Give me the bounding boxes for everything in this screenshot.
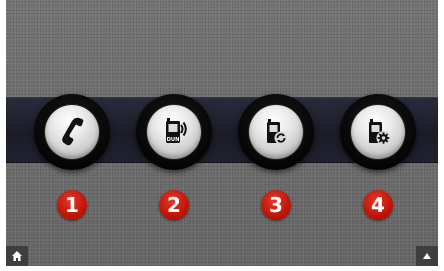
frame-edge-left — [0, 0, 6, 271]
phone-button-face — [45, 105, 99, 159]
device-settings-button-face — [351, 105, 405, 159]
device-dun-icon: DUN — [166, 118, 187, 143]
phone-button[interactable] — [34, 94, 110, 170]
frame-edge-bottom — [0, 266, 444, 271]
device-settings-button[interactable] — [340, 94, 416, 170]
callout-4: 4 — [363, 190, 393, 220]
dun-button-face: DUN — [147, 105, 201, 159]
phone-handset-icon — [62, 117, 84, 146]
scroll-up-button[interactable] — [416, 246, 438, 266]
chevron-up-icon — [423, 253, 431, 259]
device-settings-icon — [369, 119, 391, 145]
device-sync-button[interactable] — [238, 94, 314, 170]
home-icon — [12, 251, 22, 261]
device-sync-button-face — [249, 105, 303, 159]
callout-3: 3 — [261, 190, 291, 220]
frame-edge-right — [438, 0, 444, 271]
callout-2: 2 — [159, 190, 189, 220]
device-sync-icon — [267, 119, 288, 145]
home-button[interactable] — [6, 246, 28, 266]
dun-button[interactable]: DUN — [136, 94, 212, 170]
dun-label: DUN — [167, 137, 180, 143]
callout-1: 1 — [57, 190, 87, 220]
